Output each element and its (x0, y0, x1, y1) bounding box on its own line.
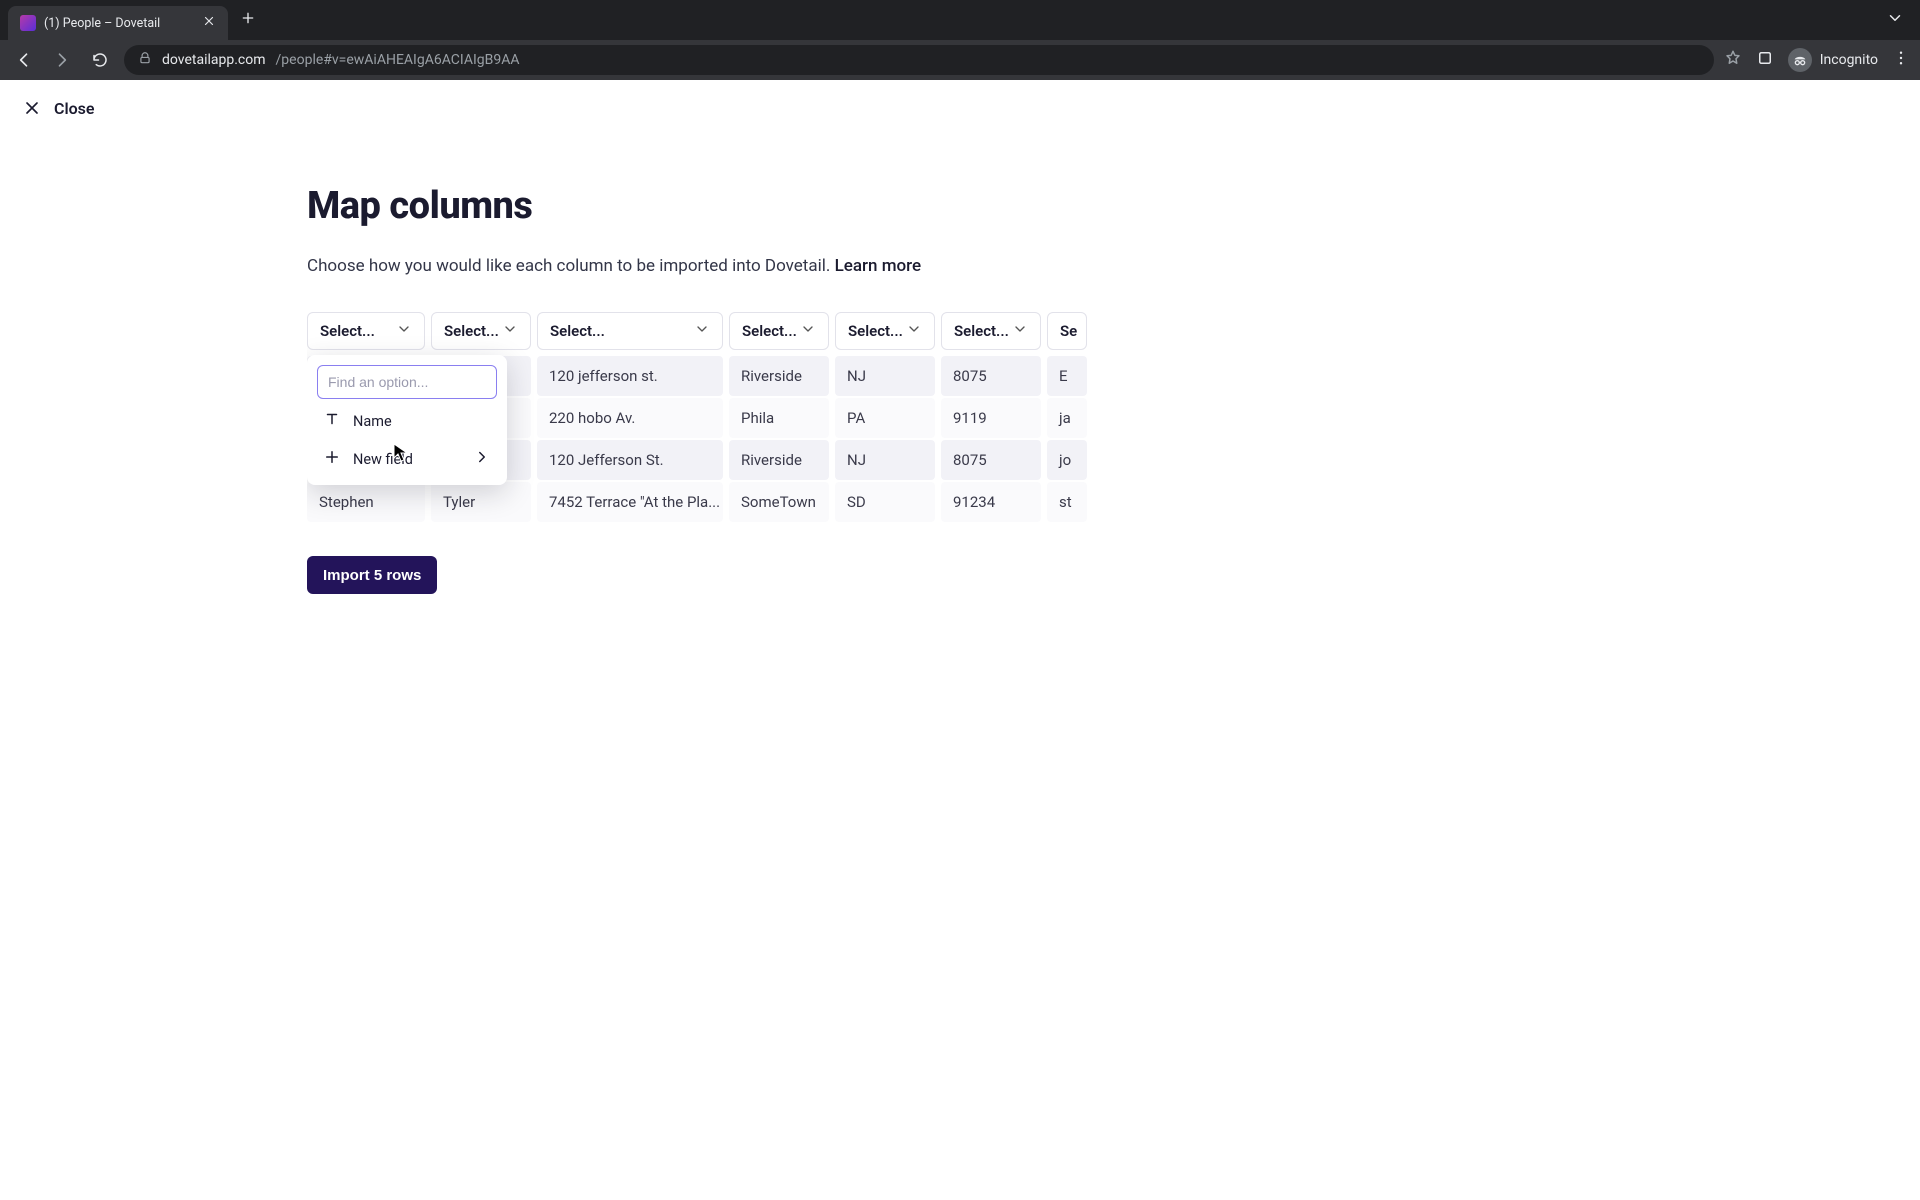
column-select-label: Select... (320, 322, 375, 340)
cell: Riverside (729, 440, 829, 480)
chevron-down-icon (502, 321, 518, 341)
favicon-icon (20, 15, 36, 31)
cell: ja (1047, 398, 1087, 438)
browser-tab[interactable]: (1) People – Dovetail (8, 6, 228, 40)
kebab-menu-icon[interactable] (1892, 49, 1910, 71)
option-label: Name (353, 413, 491, 430)
column-select-2[interactable]: Select... (537, 312, 723, 350)
address-bar[interactable]: dovetailapp.com/people#v=ewAiAHEAIgA6ACI… (124, 45, 1714, 75)
url-path: /people#v=ewAiAHEAIgA6ACIAIgB9AA (276, 52, 520, 68)
option-label: New field (353, 451, 461, 468)
plus-icon (323, 448, 341, 470)
cell: 7452 Terrace "At the Pla... (537, 482, 723, 522)
learn-more-link[interactable]: Learn more (835, 256, 922, 276)
chevron-down-icon (906, 321, 922, 341)
dropdown-option-new-field[interactable]: New field (317, 443, 497, 475)
column-select-label: Select... (848, 322, 903, 340)
chevron-down-icon (800, 321, 816, 341)
bookmark-icon[interactable] (1724, 49, 1742, 71)
cell: SD (835, 482, 935, 522)
dropdown-search-input[interactable] (317, 365, 497, 399)
close-button[interactable]: Close (0, 80, 1920, 136)
cell: 8075 (941, 356, 1041, 396)
cell: Tyler (431, 482, 531, 522)
column-select-3[interactable]: Select... (729, 312, 829, 350)
chevron-down-icon (396, 321, 412, 341)
incognito-indicator: Incognito (1788, 48, 1878, 72)
back-button[interactable] (10, 46, 38, 74)
incognito-label: Incognito (1820, 52, 1878, 68)
cell: NJ (835, 440, 935, 480)
subtitle-text: Choose how you would like each column to… (307, 256, 835, 276)
chevron-down-icon (694, 321, 710, 341)
incognito-icon (1788, 48, 1812, 72)
new-tab-button[interactable] (228, 10, 268, 31)
cell: jo (1047, 440, 1087, 480)
cell: NJ (835, 356, 935, 396)
reload-button[interactable] (86, 46, 114, 74)
column-select-label: Select... (742, 322, 797, 340)
lock-icon (138, 51, 152, 69)
column-headers-row: Select... Select... Select... Select... … (307, 312, 1087, 350)
url-host: dovetailapp.com (162, 52, 266, 68)
forward-button[interactable] (48, 46, 76, 74)
column-select-label: Select... (954, 322, 1009, 340)
close-tab-icon[interactable] (202, 14, 216, 32)
column-select-0[interactable]: Select... (307, 312, 425, 350)
column-select-5[interactable]: Select... (941, 312, 1041, 350)
close-label: Close (54, 99, 95, 118)
column-select-6[interactable]: Se (1047, 312, 1087, 350)
table-row: Stephen Tyler 7452 Terrace "At the Pla..… (307, 482, 1087, 522)
page-title: Map columns (307, 184, 1087, 228)
cell: 9119 (941, 398, 1041, 438)
cell: 8075 (941, 440, 1041, 480)
column-select-label: Select... (550, 322, 605, 340)
browser-chrome: (1) People – Dovetail dovetailapp.com/pe… (0, 0, 1920, 80)
close-icon (22, 98, 42, 118)
tab-title: (1) People – Dovetail (44, 16, 194, 31)
cell: PA (835, 398, 935, 438)
cell: Phila (729, 398, 829, 438)
cell: 220 hobo Av. (537, 398, 723, 438)
dropdown-option-name[interactable]: Name (317, 405, 497, 437)
cell: SomeTown (729, 482, 829, 522)
column-select-label: Select... (444, 322, 499, 340)
text-type-icon (323, 410, 341, 432)
cell: 120 Jefferson St. (537, 440, 723, 480)
window-chevron-icon[interactable] (1870, 9, 1920, 31)
omnibar: dovetailapp.com/people#v=ewAiAHEAIgA6ACI… (0, 40, 1920, 80)
column-select-4[interactable]: Select... (835, 312, 935, 350)
main-content: Map columns Choose how you would like ea… (307, 184, 1087, 594)
chevron-down-icon (1012, 321, 1028, 341)
page-subtitle: Choose how you would like each column to… (307, 256, 1087, 276)
tab-bar: (1) People – Dovetail (0, 0, 1920, 40)
cell: 91234 (941, 482, 1041, 522)
column-select-1[interactable]: Select... (431, 312, 531, 350)
cell: Stephen (307, 482, 425, 522)
chevron-right-icon (473, 448, 491, 470)
import-button[interactable]: Import 5 rows (307, 556, 437, 594)
cell: st (1047, 482, 1087, 522)
cell: 120 jefferson st. (537, 356, 723, 396)
column-select-label: Se (1060, 322, 1077, 340)
column-map-table: Select... Select... Select... Select... … (307, 312, 1087, 522)
extensions-icon[interactable] (1756, 49, 1774, 71)
cell: E (1047, 356, 1087, 396)
cell: Riverside (729, 356, 829, 396)
column-select-dropdown: Name New field (307, 355, 507, 485)
